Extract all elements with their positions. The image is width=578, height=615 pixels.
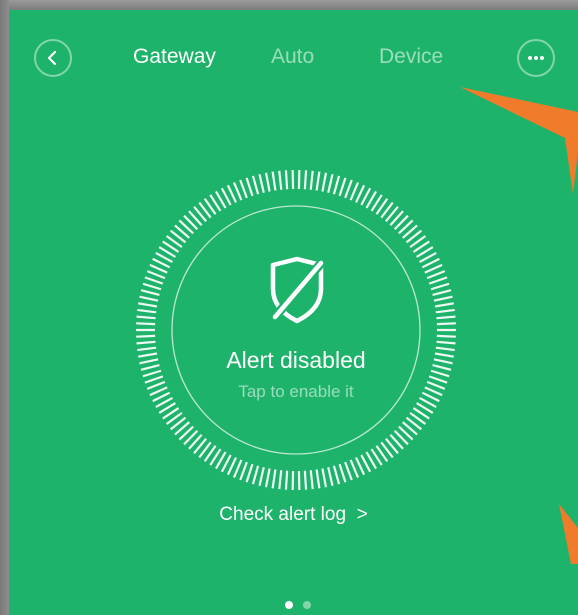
window-frame-left	[0, 0, 9, 615]
tab-gateway[interactable]: Gateway	[133, 45, 216, 69]
more-horizontal-icon	[528, 56, 544, 60]
shield-off-icon	[265, 255, 329, 325]
dial-ring	[136, 170, 456, 490]
page-dot-inactive[interactable]	[303, 601, 311, 609]
tab-device[interactable]: Device	[379, 45, 443, 69]
page-dot-active[interactable]	[285, 601, 293, 609]
window-frame-top	[0, 0, 578, 10]
more-button[interactable]	[517, 39, 555, 77]
check-alert-log-link[interactable]: Check alert log >	[9, 504, 578, 526]
app-screen: Gateway Auto Device Alert disabled Tap t…	[9, 10, 578, 615]
tab-auto[interactable]: Auto	[271, 45, 314, 69]
chevron-left-icon	[47, 50, 57, 66]
back-button[interactable]	[34, 39, 72, 77]
alert-toggle-dial[interactable]: Alert disabled Tap to enable it	[135, 169, 457, 491]
alert-status-title: Alert disabled	[226, 347, 366, 373]
annotation-arrow-top	[460, 87, 578, 194]
alert-status-subtitle: Tap to enable it	[238, 382, 354, 401]
page-indicator	[285, 601, 311, 611]
